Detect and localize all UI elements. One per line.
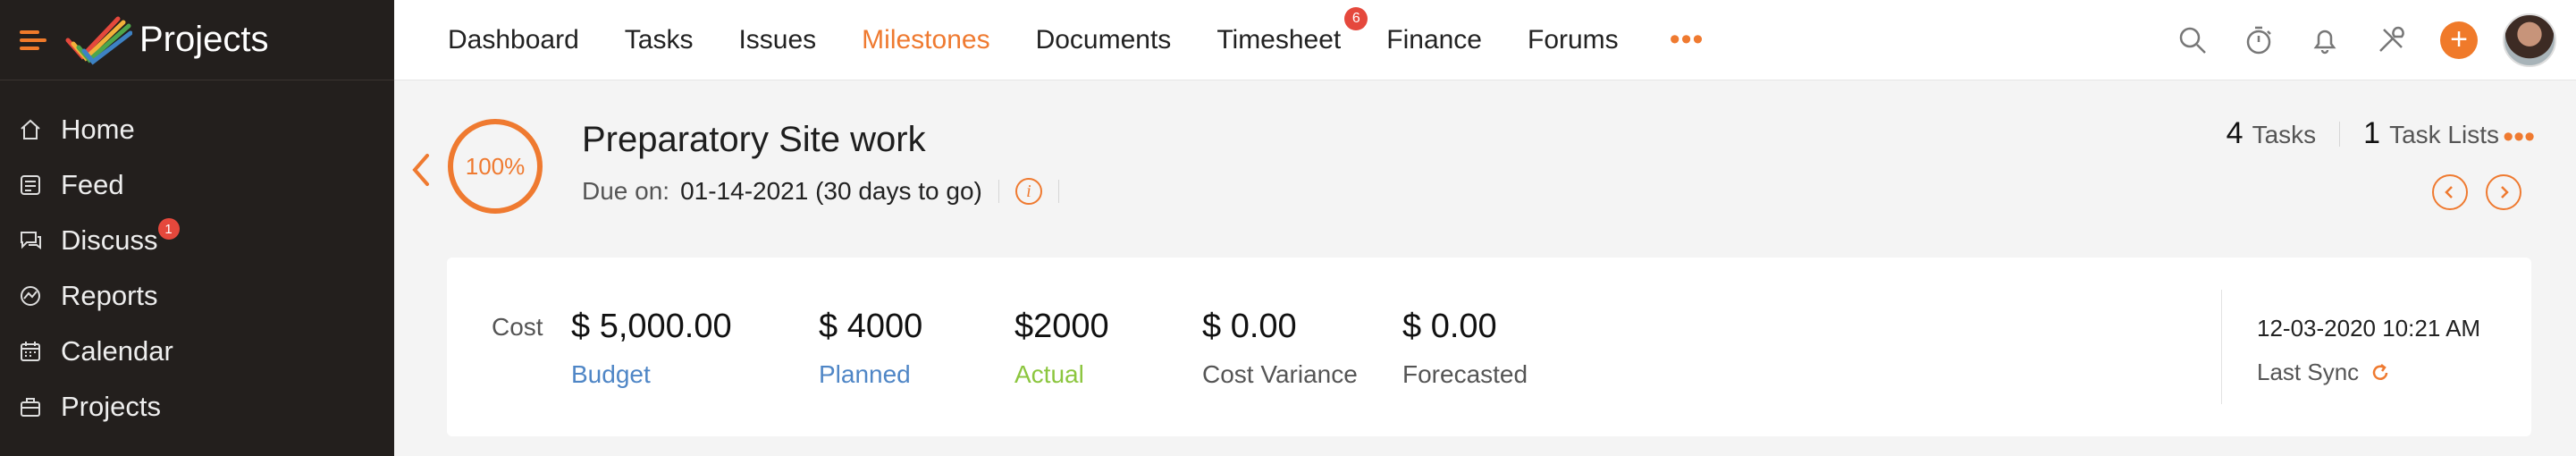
refresh-icon[interactable] xyxy=(2370,362,2391,384)
due-label: Due on: xyxy=(582,177,670,205)
sync-row: Last Sync xyxy=(2257,359,2480,386)
brand-bar: Projects xyxy=(0,0,394,80)
previous-milestone-button[interactable] xyxy=(2432,174,2468,210)
avatar[interactable] xyxy=(2503,13,2556,67)
tab-forums[interactable]: Forums xyxy=(1528,25,1619,55)
module-tabs: Dashboard Tasks Issues Milestones Docume… xyxy=(394,0,1704,80)
cost-label: Cost xyxy=(492,313,543,341)
sidebar-item-label: Projects xyxy=(61,391,161,422)
cost-card: Cost $ 5,000.00 Budget $ 4000 Planned $2… xyxy=(447,258,2531,436)
next-milestone-button[interactable] xyxy=(2486,174,2521,210)
actual-amount: $2000 xyxy=(1014,308,1109,345)
briefcase-icon xyxy=(18,394,43,419)
info-icon[interactable]: i xyxy=(1014,178,1042,205)
feed-icon xyxy=(18,173,43,198)
divider xyxy=(1057,180,1059,203)
tasks-count: 4 xyxy=(2226,116,2243,150)
projects-logo xyxy=(65,16,132,64)
budget-metric: $ 5,000.00 Budget xyxy=(571,308,732,389)
actual-label[interactable]: Actual xyxy=(1014,360,1109,389)
tasklists-label[interactable]: Task Lists xyxy=(2389,121,2499,149)
planned-amount: $ 4000 xyxy=(819,308,923,345)
tab-dashboard[interactable]: Dashboard xyxy=(448,25,579,55)
top-navigation: Dashboard Tasks Issues Milestones Docume… xyxy=(394,0,2576,80)
timer-icon[interactable] xyxy=(2242,23,2276,57)
divider xyxy=(998,180,999,203)
milestone-title: Preparatory Site work xyxy=(582,120,926,159)
tab-timesheet[interactable]: Timesheet 6 xyxy=(1216,6,1368,55)
due-value: 01-14-2021 (30 days to go) xyxy=(680,177,982,205)
bell-icon[interactable] xyxy=(2308,23,2342,57)
tasks-label[interactable]: Tasks xyxy=(2252,121,2317,149)
tab-documents[interactable]: Documents xyxy=(1036,25,1172,55)
reports-icon xyxy=(18,283,43,308)
menu-icon[interactable] xyxy=(20,30,46,50)
calendar-icon xyxy=(18,339,43,364)
tab-timesheet-label: Timesheet xyxy=(1216,24,1342,55)
sidebar-item-label: Discuss xyxy=(61,224,158,256)
due-date-row: Due on: 01-14-2021 (30 days to go) i xyxy=(582,177,1075,206)
milestone-stats: 4 Tasks 1 Task Lists xyxy=(2227,116,2499,151)
sidebar-item-discuss[interactable]: Discuss 1 xyxy=(0,213,394,268)
progress-ring: 100% xyxy=(448,119,543,214)
sidebar-item-calendar[interactable]: Calendar xyxy=(0,324,394,379)
cost-variance-metric: $ 0.00 Cost Variance xyxy=(1202,308,1358,389)
tab-milestones[interactable]: Milestones xyxy=(862,25,989,55)
sync-timestamp: 12-03-2020 10:21 AM xyxy=(2257,315,2481,342)
discuss-badge: 1 xyxy=(157,218,180,240)
tab-tasks[interactable]: Tasks xyxy=(625,25,694,55)
more-tabs-button[interactable]: ••• xyxy=(1670,22,1705,57)
forecasted-metric: $ 0.00 Forecasted xyxy=(1402,308,1528,389)
search-icon[interactable] xyxy=(2176,23,2210,57)
tab-issues[interactable]: Issues xyxy=(738,25,816,55)
sidebar: Projects Home Feed Discuss 1 Reports Cal… xyxy=(0,0,394,456)
tab-finance[interactable]: Finance xyxy=(1386,25,1482,55)
add-button[interactable]: + xyxy=(2440,21,2478,59)
timesheet-badge: 6 xyxy=(1344,6,1368,30)
divider xyxy=(2339,121,2341,147)
app-title: Projects xyxy=(139,20,269,59)
home-icon xyxy=(18,117,43,142)
sidebar-item-reports[interactable]: Reports xyxy=(0,268,394,324)
sidebar-item-home[interactable]: Home xyxy=(0,102,394,157)
sync-label: Last Sync xyxy=(2257,359,2360,385)
sidebar-nav: Home Feed Discuss 1 Reports Calendar Pro… xyxy=(0,80,394,435)
toolbar-right: + xyxy=(2143,0,2576,80)
last-sync: 12-03-2020 10:21 AM Last Sync xyxy=(2257,315,2480,386)
budget-label[interactable]: Budget xyxy=(571,360,732,389)
planned-metric: $ 4000 Planned xyxy=(819,308,922,389)
cost-variance-amount: $ 0.00 xyxy=(1202,308,1297,345)
forecasted-label: Forecasted xyxy=(1402,360,1528,388)
back-arrow-icon[interactable] xyxy=(411,152,431,188)
sidebar-item-label: Reports xyxy=(61,280,158,311)
planned-label[interactable]: Planned xyxy=(819,360,922,389)
sidebar-item-label: Home xyxy=(61,114,135,145)
cost-variance-label: Cost Variance xyxy=(1202,360,1358,388)
tasklists-count: 1 xyxy=(2363,116,2381,150)
tools-icon[interactable] xyxy=(2374,23,2408,57)
divider xyxy=(2221,290,2222,404)
sidebar-item-label: Feed xyxy=(61,169,124,200)
sidebar-item-feed[interactable]: Feed xyxy=(0,157,394,213)
actual-metric: $2000 Actual xyxy=(1014,308,1109,389)
more-options-button[interactable]: ••• xyxy=(2503,120,2535,155)
sidebar-item-label: Calendar xyxy=(61,335,173,367)
forecasted-amount: $ 0.00 xyxy=(1402,308,1497,345)
budget-amount: $ 5,000.00 xyxy=(571,308,732,345)
chat-icon xyxy=(18,228,43,253)
sidebar-item-projects[interactable]: Projects xyxy=(0,379,394,435)
